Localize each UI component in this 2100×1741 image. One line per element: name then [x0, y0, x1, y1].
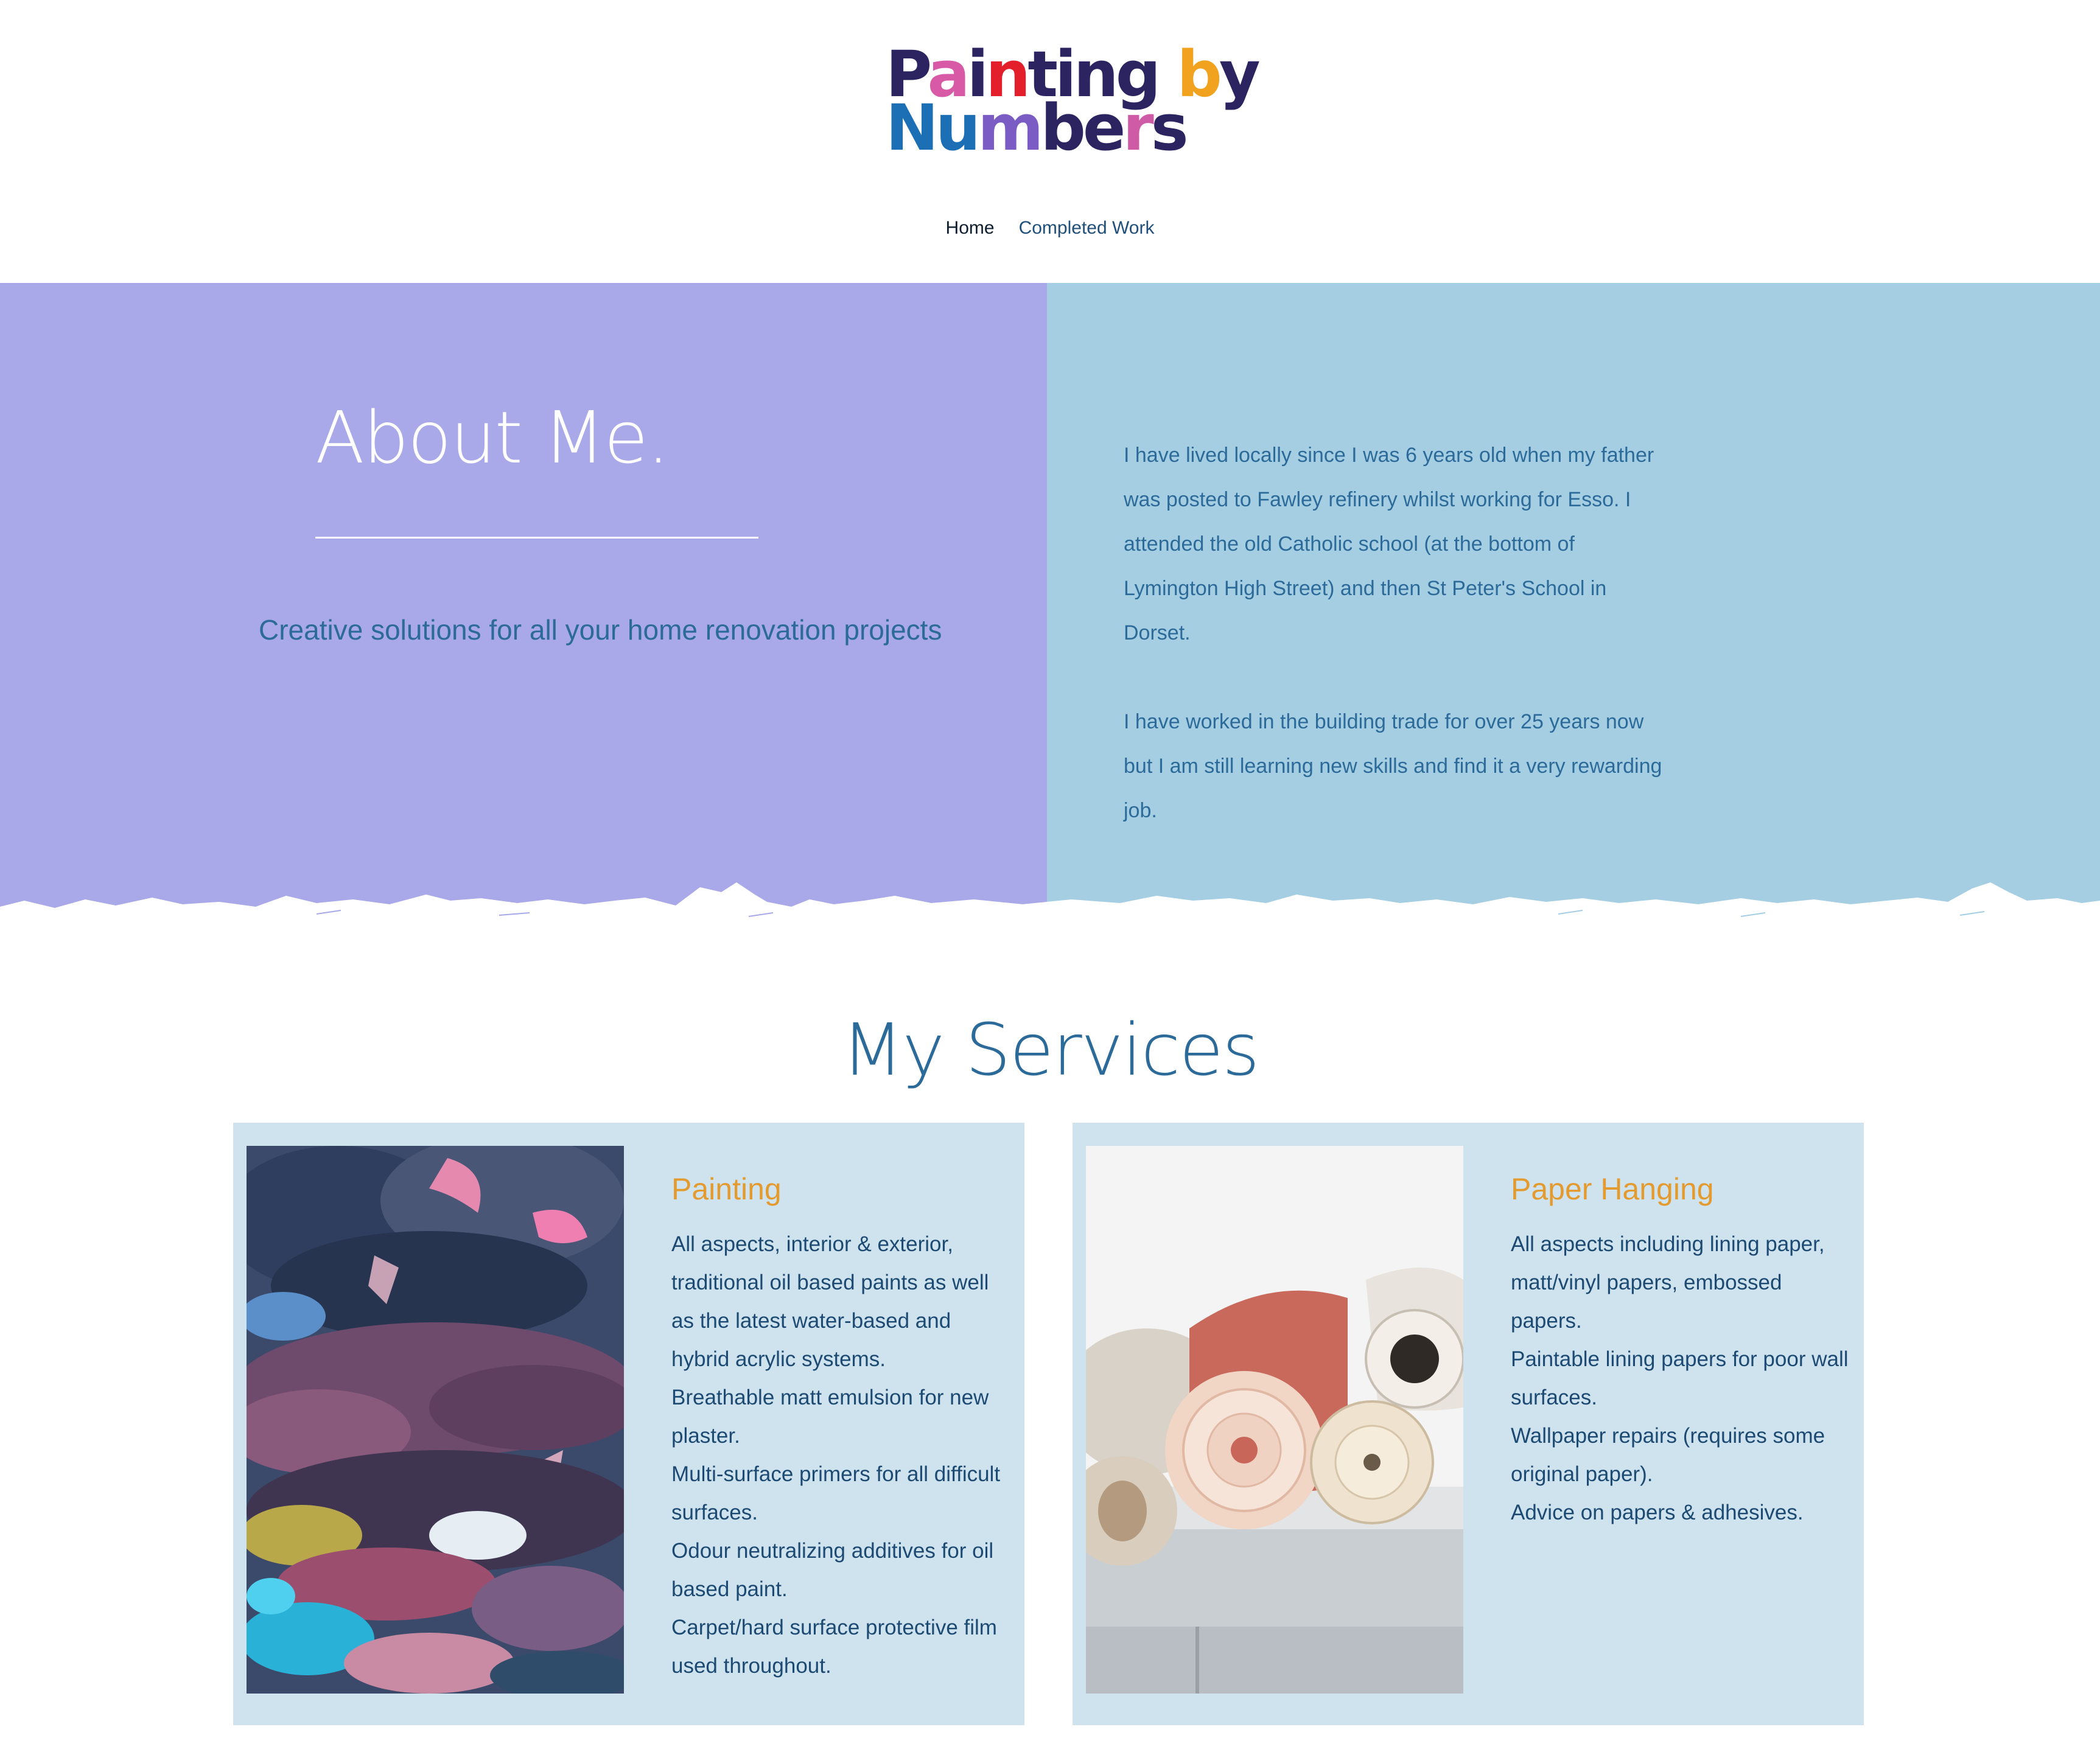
service-line: Advice on papers & adhesives.: [1511, 1501, 1804, 1524]
wallpaper-rolls-image: [1086, 1146, 1463, 1694]
about-tagline: Creative solutions for all your home ren…: [259, 614, 942, 646]
paint-palette-image: [247, 1146, 624, 1694]
about-paragraph: I have lived locally since I was 6 years…: [1124, 444, 1654, 644]
service-line: Paintable lining papers for poor wall su…: [1511, 1347, 1849, 1409]
about-title: About Me.: [315, 396, 670, 480]
service-line: Wallpaper repairs (requires some origina…: [1511, 1424, 1825, 1486]
service-title-paper-hanging: Paper Hanging: [1511, 1172, 1714, 1206]
service-card-painting: Painting All aspects, interior & exterio…: [233, 1123, 1024, 1725]
service-line: Odour neutralizing additives for oil bas…: [671, 1539, 994, 1601]
about-paragraph: I have worked in the building trade for …: [1124, 710, 1662, 822]
site-logo[interactable]: Painting by Numbers: [886, 43, 1261, 159]
service-line: Multi-surface primers for all difficult …: [671, 1462, 1001, 1524]
service-line: All aspects including lining paper, matt…: [1511, 1232, 1825, 1333]
services-title: My Services: [841, 1008, 1260, 1092]
logo-line-1-letter: y: [1219, 37, 1261, 111]
about-left-panel: [0, 283, 1047, 934]
logo-line-2-letter: e: [1082, 91, 1126, 165]
service-line: Carpet/hard surface protective film used…: [671, 1616, 997, 1678]
torn-paper-edge: [0, 882, 2100, 949]
logo-line-2-letter: s: [1150, 91, 1189, 165]
service-title-painting: Painting: [671, 1172, 782, 1206]
logo-line-2: Numbers: [886, 96, 1189, 159]
about-divider: [315, 537, 758, 539]
logo-line-2-letter: u: [936, 91, 981, 165]
service-card-paper-hanging: Paper Hanging All aspects including lini…: [1073, 1123, 1864, 1725]
logo-line-2-letter: b: [1040, 91, 1085, 165]
logo-line-2-letter: m: [978, 91, 1043, 165]
logo-line-2-letter: N: [886, 91, 939, 165]
nav-completed-work-link[interactable]: Completed Work: [1019, 213, 1155, 243]
service-description-painting: All aspects, interior & exterior, tradit…: [671, 1225, 1012, 1685]
service-description-paper-hanging: All aspects including lining paper, matt…: [1511, 1225, 1852, 1532]
main-nav: Home Completed Work: [0, 213, 2100, 243]
logo-line-2-letter: r: [1122, 91, 1153, 165]
nav-home-link[interactable]: Home: [946, 213, 995, 243]
service-line: Breathable matt emulsion for new plaster…: [671, 1386, 989, 1448]
service-line: All aspects, interior & exterior, tradit…: [671, 1232, 989, 1371]
about-bio: I have lived locally since I was 6 years…: [1124, 433, 1671, 877]
